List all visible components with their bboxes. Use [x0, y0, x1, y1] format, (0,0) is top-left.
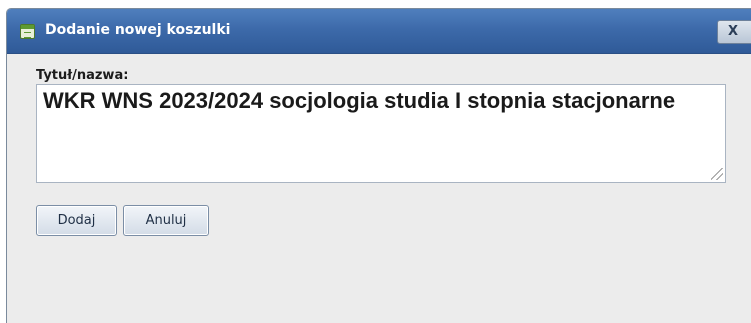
cancel-button[interactable]: Anuluj [123, 205, 209, 236]
title-textarea[interactable]: WKR WNS 2023/2024 socjologia studia I st… [36, 84, 726, 183]
dialog-content: Tytuł/nazwa: WKR WNS 2023/2024 socjologi… [7, 54, 751, 323]
add-folder-dialog: Dodanie nowej koszulki X Tytuł/nazwa: WK… [6, 8, 751, 323]
dialog-titlebar[interactable]: Dodanie nowej koszulki X [7, 9, 751, 54]
add-button[interactable]: Dodaj [36, 205, 117, 236]
resize-grip-icon[interactable] [711, 168, 723, 180]
form-icon [20, 24, 35, 39]
dialog-title: Dodanie nowej koszulki [45, 22, 231, 38]
close-button[interactable]: X [717, 20, 751, 44]
title-field-label: Tytuł/nazwa: [36, 68, 129, 83]
